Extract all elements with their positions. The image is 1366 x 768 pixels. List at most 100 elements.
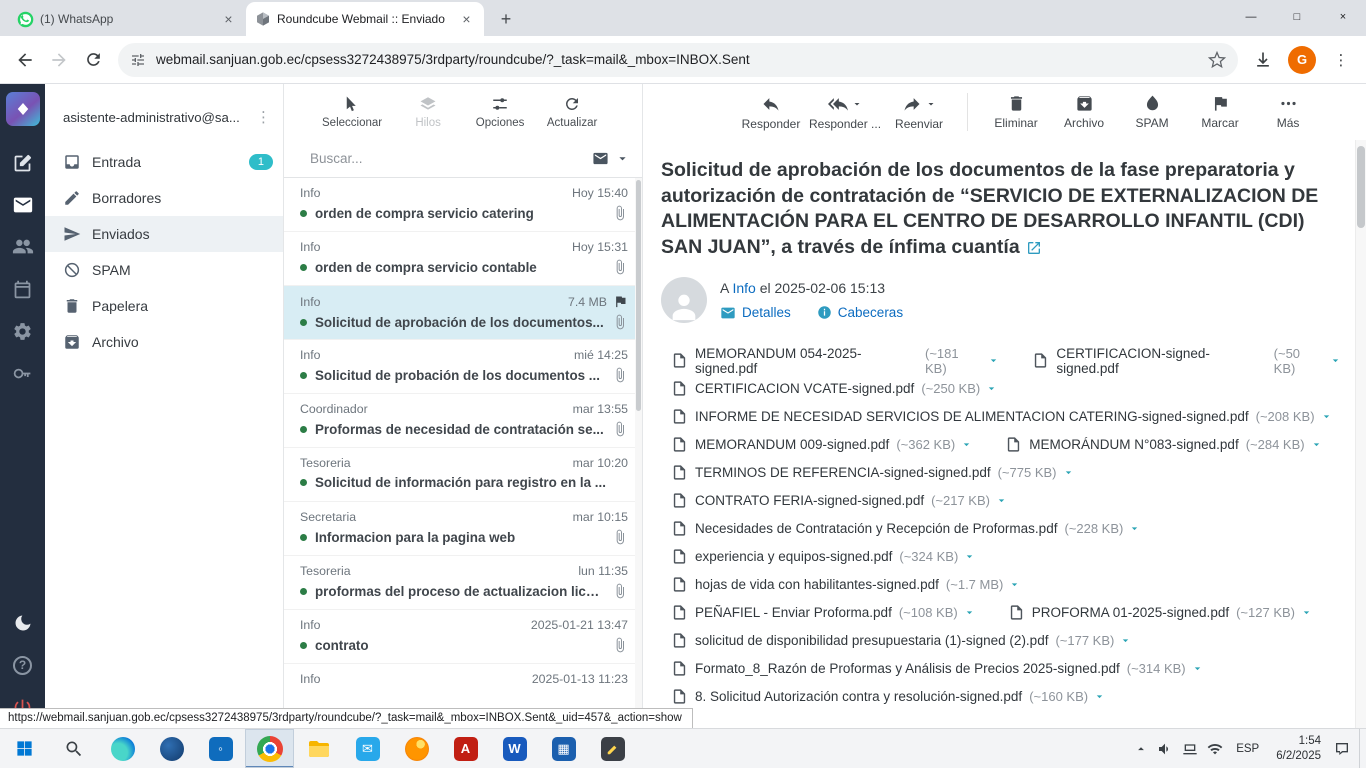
attachment-item[interactable]: CERTIFICACION-signed-signed.pdf (~50 KB) (1032, 346, 1342, 376)
list-scrollbar[interactable] (635, 178, 642, 728)
attachment-item[interactable]: PEÑAFIEL - Enviar Proforma.pdf (~108 KB) (671, 604, 976, 621)
chevron-down-icon[interactable] (963, 606, 976, 619)
attachment-item[interactable]: PROFORMA 01-2025-signed.pdf (~127 KB) (1008, 604, 1313, 621)
scrollbar-thumb[interactable] (1357, 146, 1365, 228)
taskbar-search-button[interactable] (49, 729, 98, 768)
forward-button[interactable]: Reenviar (889, 94, 949, 131)
chevron-down-icon[interactable] (1300, 606, 1313, 619)
reply-button[interactable]: Responder (741, 94, 801, 131)
flag-icon[interactable] (613, 294, 628, 309)
word-button[interactable]: W (490, 729, 539, 768)
attachment-name[interactable]: CONTRATO FERIA-signed-signed.pdf (695, 493, 924, 508)
site-settings-icon[interactable] (130, 52, 146, 68)
attachment-item[interactable]: hojas de vida con habilitantes-signed.pd… (671, 576, 1021, 593)
attachment-name[interactable]: MEMORÁNDUM N°083-signed.pdf (1029, 437, 1238, 452)
attachment-name[interactable]: INFORME DE NECESIDAD SERVICIOS DE ALIMEN… (695, 409, 1249, 424)
app-dark-blue-button[interactable] (147, 729, 196, 768)
attachment-name[interactable]: solicitud de disponibilidad presupuestar… (695, 633, 1048, 648)
folder-papelera[interactable]: Papelera (45, 288, 283, 324)
taskbar-clock[interactable]: 1:54 6/2/2025 (1272, 734, 1325, 764)
attachment-name[interactable]: CERTIFICACION VCATE-signed.pdf (695, 381, 914, 396)
edge-button[interactable] (98, 729, 147, 768)
back-button[interactable] (8, 43, 42, 77)
account-menu-icon[interactable]: ⋮ (256, 108, 271, 126)
chevron-down-icon[interactable] (1128, 522, 1141, 535)
folder-archivo[interactable]: Archivo (45, 324, 283, 360)
forward-button[interactable] (42, 43, 76, 77)
chevron-down-icon[interactable] (963, 550, 976, 563)
attachment-name[interactable]: TERMINOS DE REFERENCIA-signed-signed.pdf (695, 465, 991, 480)
bookmark-star-icon[interactable] (1208, 51, 1226, 69)
folder-spam[interactable]: SPAM (45, 252, 283, 288)
chevron-down-icon[interactable] (851, 98, 863, 110)
network-icon[interactable] (1207, 741, 1223, 757)
open-external-icon[interactable] (1026, 240, 1042, 256)
show-desktop-strip[interactable] (1359, 728, 1364, 768)
search-bar[interactable] (284, 140, 642, 178)
action-center-icon[interactable] (1334, 741, 1350, 757)
file-explorer-button[interactable] (294, 729, 343, 768)
outlook-button[interactable]: ✉ (343, 729, 392, 768)
attachment-item[interactable]: TERMINOS DE REFERENCIA-signed-signed.pdf… (671, 464, 1075, 481)
chevron-down-icon[interactable] (1093, 690, 1106, 703)
reply-all-button[interactable]: Responder ... (809, 94, 881, 131)
message-row[interactable]: Info 2025-01-21 13:47 contrato (284, 610, 642, 664)
message-row[interactable]: Coordinador mar 13:55 Proformas de necesi… (284, 394, 642, 448)
select-button[interactable]: Seleccionar (322, 95, 382, 129)
close-window-button[interactable]: × (1320, 0, 1366, 34)
attachment-item[interactable]: CERTIFICACION VCATE-signed.pdf (~250 KB) (671, 380, 998, 397)
account-header[interactable]: asistente-administrativo@sa... ⋮ (45, 84, 283, 144)
attachment-name[interactable]: 8. Solicitud Autorización contra y resol… (695, 689, 1022, 704)
calendar-task-button[interactable] (0, 268, 45, 310)
chevron-down-icon[interactable] (615, 151, 630, 166)
attachment-name[interactable]: MEMORANDUM 054-2025-signed.pdf (695, 346, 918, 376)
browser-menu-button[interactable]: ⋮ (1324, 43, 1358, 77)
chevron-down-icon[interactable] (960, 438, 973, 451)
attachment-item[interactable]: solicitud de disponibilidad presupuestar… (671, 632, 1132, 649)
chevron-down-icon[interactable] (1062, 466, 1075, 479)
dark-mode-button[interactable] (0, 602, 45, 644)
message-row[interactable]: Tesoreria mar 10:20 Solicitud de informac… (284, 448, 642, 502)
address-bar[interactable]: webmail.sanjuan.gob.ec/cpsess3272438975/… (118, 42, 1238, 77)
attachment-item[interactable]: experiencia y equipos-signed.pdf (~324 KB… (671, 548, 976, 565)
chevron-down-icon[interactable] (1191, 662, 1204, 675)
volume-icon[interactable] (1157, 741, 1173, 757)
password-task-button[interactable] (0, 352, 45, 394)
headers-toggle[interactable]: Cabeceras (817, 305, 903, 320)
reload-button[interactable] (76, 43, 110, 77)
attachment-item[interactable]: CONTRATO FERIA-signed-signed.pdf (~217 KB… (671, 492, 1008, 509)
app-blue-button[interactable]: ◦ (196, 729, 245, 768)
chevron-down-icon[interactable] (1310, 438, 1323, 451)
chevron-down-icon[interactable] (995, 494, 1008, 507)
tab-roundcube[interactable]: Roundcube Webmail :: Enviado × (246, 2, 484, 36)
chevron-down-icon[interactable] (1320, 410, 1333, 423)
help-button[interactable]: ? (0, 644, 45, 686)
details-toggle[interactable]: Detalles (720, 305, 791, 321)
chevron-down-icon[interactable] (925, 98, 937, 110)
search-input[interactable] (310, 151, 592, 166)
archive-button[interactable]: Archivo (1054, 94, 1114, 130)
contacts-task-button[interactable] (0, 226, 45, 268)
start-button[interactable] (0, 729, 49, 768)
chevron-down-icon[interactable] (987, 354, 1000, 367)
message-row[interactable]: Info Hoy 15:31 orden de compra servicio c… (284, 232, 642, 286)
url-text[interactable]: webmail.sanjuan.gob.ec/cpsess3272438975/… (156, 52, 1208, 67)
chevron-down-icon[interactable] (1008, 578, 1021, 591)
chevron-down-icon[interactable] (1329, 354, 1342, 367)
acrobat-button[interactable]: A (441, 729, 490, 768)
chevron-down-icon[interactable] (1119, 634, 1132, 647)
options-button[interactable]: Opciones (474, 95, 526, 129)
attachment-item[interactable]: 8. Solicitud Autorización contra y resol… (671, 688, 1106, 705)
attachment-name[interactable]: hojas de vida con habilitantes-signed.pd… (695, 577, 939, 592)
attachment-name[interactable]: Formato_8_Razón de Proformas y Análisis … (695, 661, 1120, 676)
profile-avatar[interactable]: G (1288, 45, 1316, 74)
message-row[interactable]: Info Hoy 15:40 orden de compra servicio c… (284, 178, 642, 232)
attachment-item[interactable]: INFORME DE NECESIDAD SERVICIOS DE ALIMEN… (671, 408, 1333, 425)
more-button[interactable]: Más (1258, 94, 1318, 130)
folder-borradores[interactable]: Borradores (45, 180, 283, 216)
settings-task-button[interactable] (0, 310, 45, 352)
language-indicator[interactable]: ESP (1232, 743, 1263, 755)
mail-task-button[interactable] (0, 184, 45, 226)
message-row[interactable]: Secretaria mar 10:15 Informacion para la … (284, 502, 642, 556)
attachment-item[interactable]: Formato_8_Razón de Proformas y Análisis … (671, 660, 1204, 677)
